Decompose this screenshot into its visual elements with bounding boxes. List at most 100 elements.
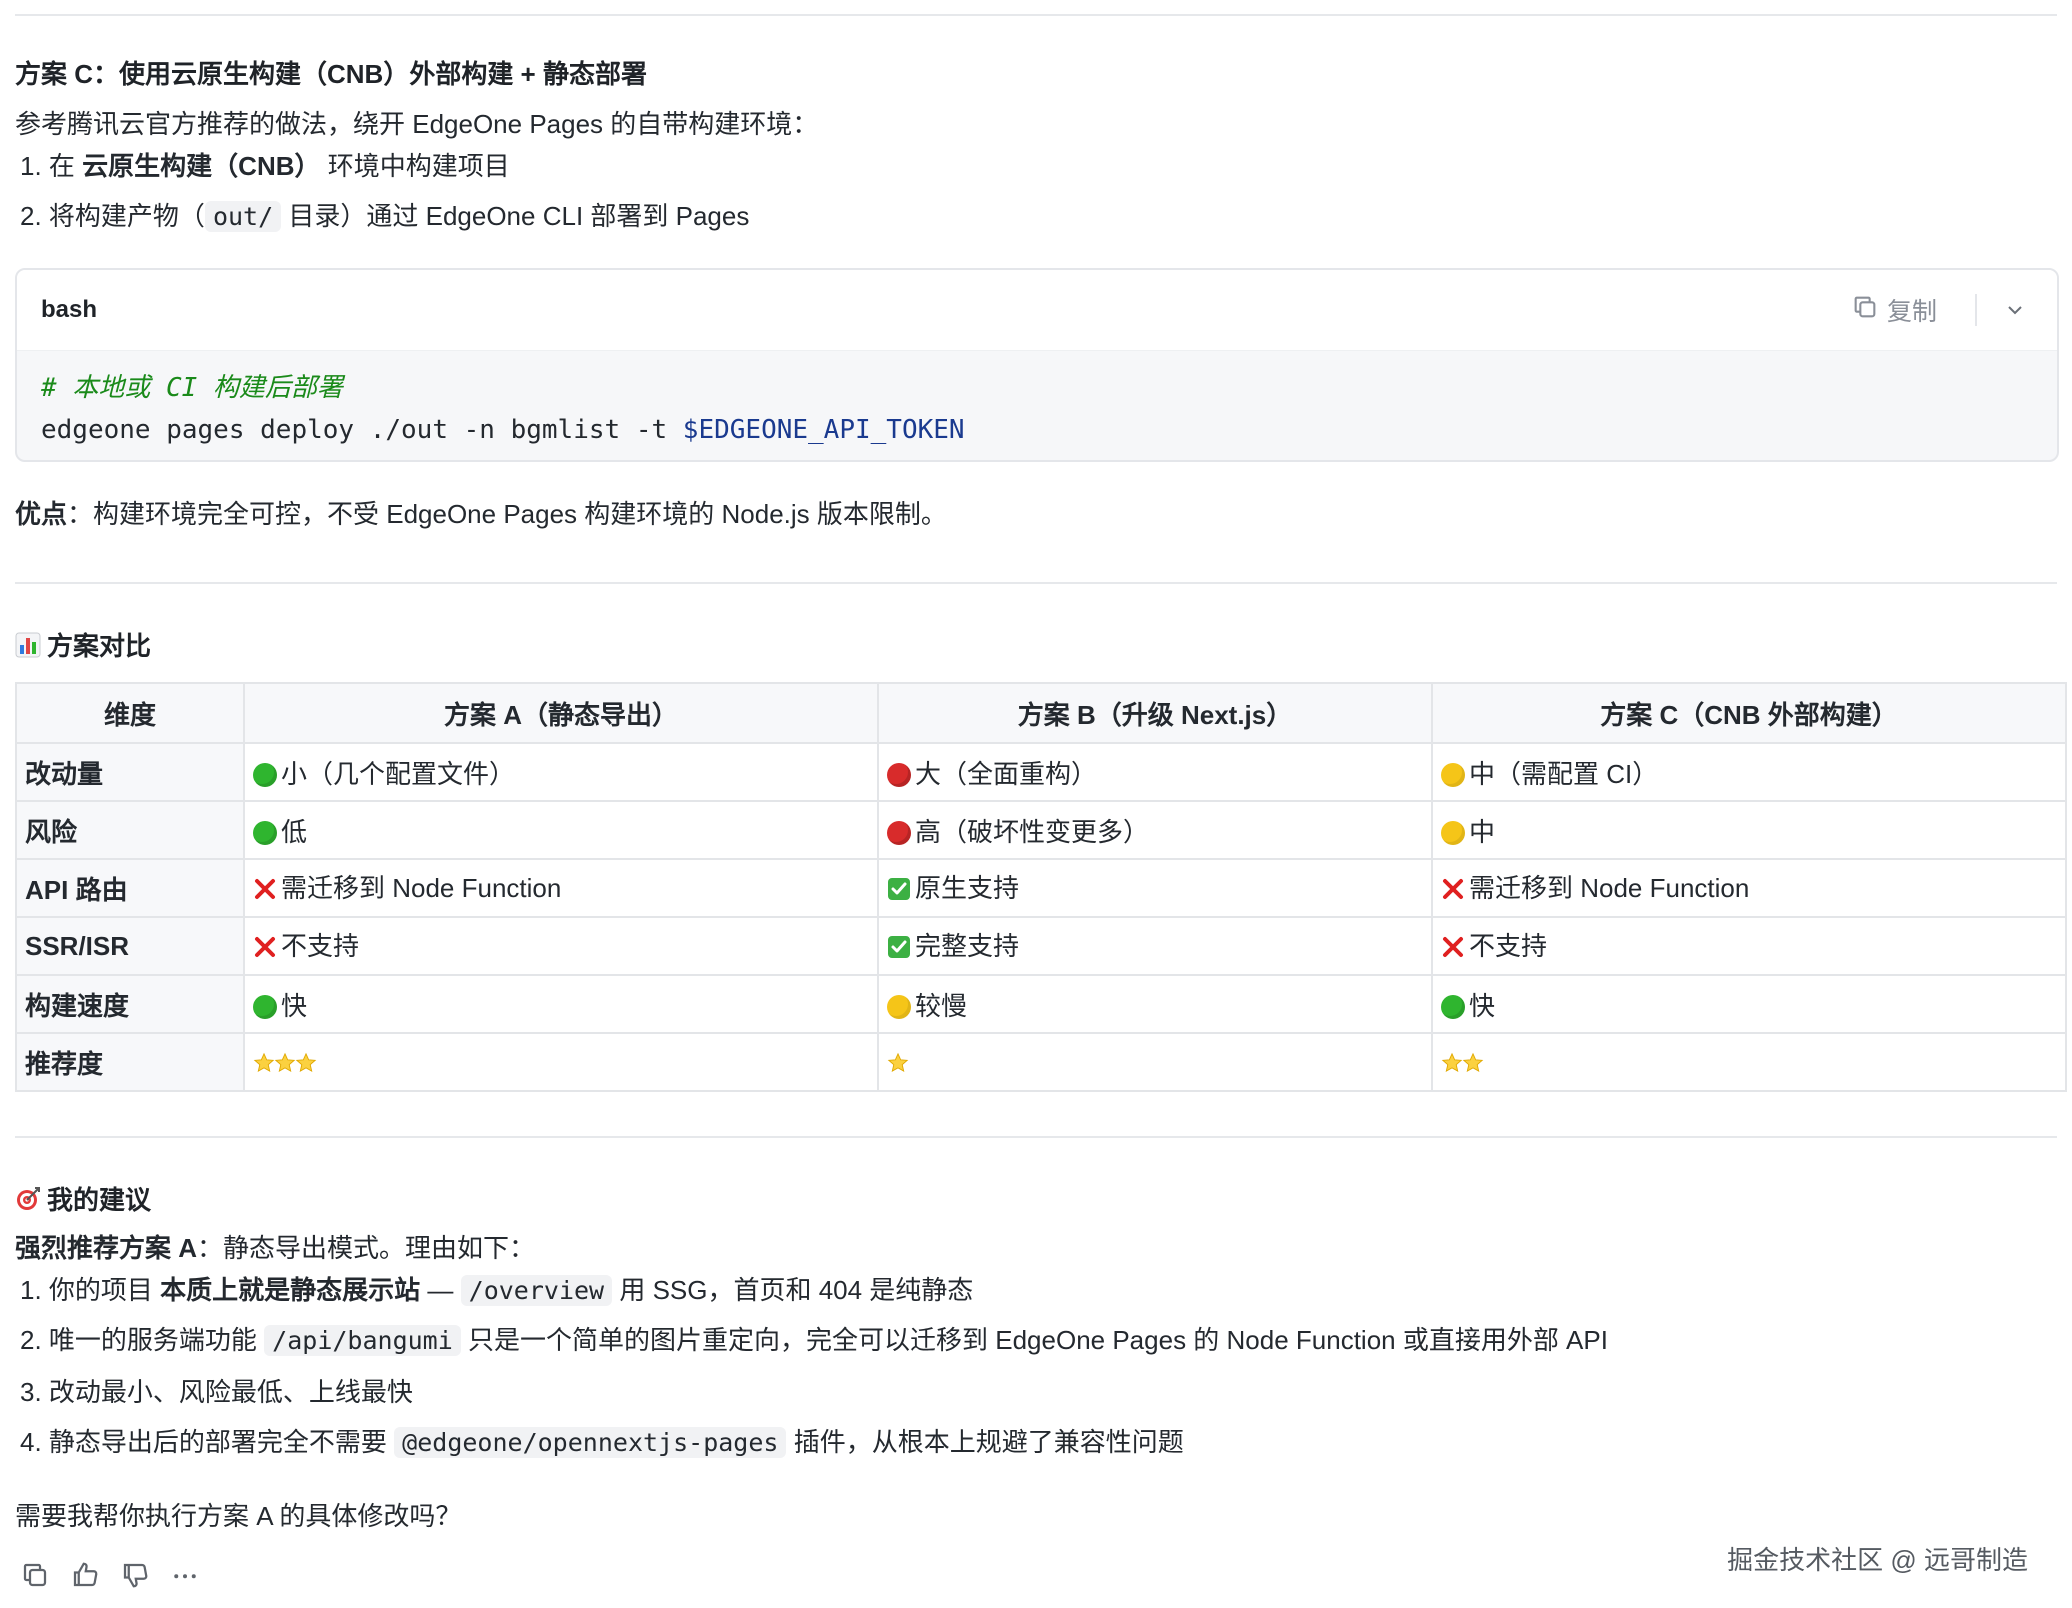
green-circle-icon [253,762,277,787]
table-header: 方案 A（静态导出） [243,682,879,744]
comparison-table: 维度 方案 A（静态导出） 方案 B（升级 Next.js） 方案 C（CNB … [15,682,2067,1092]
section-c-step-1: 1. 在 云原生构建（CNB） 环境中构建项目 [20,151,510,181]
header-separator [1975,294,1977,326]
check-mark-icon [887,877,911,908]
table-row: 改动量 小（几个配置文件） 大（全面重构） 中（需配置 CI） [15,742,2067,802]
table-cell-plan-a: 不支持 [243,916,879,976]
cell-text: 中 [1469,816,1496,847]
table-cell-dimension: 风险 [15,800,245,860]
table-cell-plan-c [1431,1032,2067,1092]
comparison-heading: 方案对比 [15,626,151,665]
cell-text: 不支持 [281,931,360,961]
cell-text: 需迁移到 Node Function [281,873,562,903]
table-cell-plan-b: 大（全面重构） [877,742,1433,802]
yellow-circle-icon [1441,820,1465,845]
cell-text: 较慢 [915,990,968,1021]
table-row: API 路由 需迁移到 Node Function 原生支持 需迁移到 Node Fu… [15,858,2067,918]
cell-text: 低 [281,816,308,847]
advantage-text: 优点：构建环境完全可控，不受 EdgeOne Pages 构建环境的 Node.… [15,499,947,529]
cross-mark-icon [1441,877,1465,908]
cell-text: 原生支持 [915,873,1020,903]
bar-chart-icon [15,632,41,665]
advice-item-2: 2. 唯一的服务端功能 /api/bangumi 只是一个简单的图片重定向，完全… [20,1325,1608,1356]
target-icon [15,1186,41,1219]
copy-label: 复制 [1886,298,1937,326]
table-cell-plan-a: 低 [243,800,879,860]
table-row: 风险 低 高（破坏性变更多） 中 [15,800,2067,860]
cell-text: 高（破坏性变更多） [915,816,1150,847]
cell-text: 中（需配置 CI） [1469,758,1659,789]
cell-text: 大（全面重构） [915,758,1098,789]
copy-code-button[interactable]: 复制 [1851,292,1937,328]
message-actions [20,1560,200,1597]
cell-text: 小（几个配置文件） [281,758,516,789]
cross-mark-icon [253,877,277,908]
green-circle-icon [253,820,277,845]
advice-question: 需要我帮你执行方案 A 的具体修改吗？ [15,1501,462,1531]
cell-text: 快 [281,990,308,1021]
thumbs-up-icon[interactable] [70,1560,100,1597]
table-cell-plan-c: 不支持 [1431,916,2067,976]
copy-icon[interactable] [20,1560,50,1597]
table-cell-plan-c: 中（需配置 CI） [1431,742,2067,802]
watermark: 掘金技术社区 @ 远哥制造 [1727,1545,2028,1575]
section-c-step-2: 2. 将构建产物（ out/ 目录）通过 EdgeOne CLI 部署到 Page… [20,201,750,232]
table-cell-plan-b [877,1032,1433,1092]
star-rating-icon [253,1047,317,1077]
code-comment-line: # 本地或 CI 构建后部署 [41,373,343,403]
inline-code-plugin: @edgeone/opennextjs-pages [394,1427,787,1458]
table-header: 方案 C（CNB 外部构建） [1431,682,2067,744]
cell-text: 不支持 [1469,931,1548,961]
red-circle-icon [887,762,911,787]
code-command-line: edgeone pages deploy ./out -n bgmlist -t… [41,415,965,445]
code-block: bash 复制 # 本地或 CI 构建后部署 edgeone pages dep… [15,268,2059,462]
star-rating-icon [1441,1047,1484,1077]
advice-item-3: 3. 改动最小、风险最低、上线最快 [20,1377,413,1407]
star-rating-icon [887,1047,909,1077]
check-mark-icon [887,935,911,966]
table-cell-plan-b: 完整支持 [877,916,1433,976]
yellow-circle-icon [1441,762,1465,787]
red-circle-icon [887,820,911,845]
inline-code-overview: /overview [460,1275,613,1306]
divider-1 [15,582,2057,584]
yellow-circle-icon [887,994,911,1019]
table-cell-plan-a [243,1032,879,1092]
table-cell-dimension: 改动量 [15,742,245,802]
table-cell-plan-c: 快 [1431,974,2067,1034]
code-language-label: bash [41,296,98,323]
table-row: 构建速度 快 较慢 快 [15,974,2067,1034]
divider-2 [15,1136,2057,1138]
section-c-title: 方案 C：使用云原生构建（CNB）外部构建 + 静态部署 [15,59,647,89]
code-block-header: bash 复制 [17,270,2057,351]
more-options-icon[interactable] [170,1560,200,1597]
table-cell-plan-a: 快 [243,974,879,1034]
table-cell-plan-b: 原生支持 [877,858,1433,918]
cross-mark-icon [1441,935,1465,966]
table-row: SSR/ISR 不支持 完整支持 不支持 [15,916,2067,976]
copy-icon [1851,293,1879,328]
table-cell-dimension: API 路由 [15,858,245,918]
cell-text: 需迁移到 Node Function [1469,873,1750,903]
advice-lead: 强烈推荐方案 A：静态导出模式。理由如下： [15,1233,536,1263]
table-header: 方案 B（升级 Next.js） [877,682,1433,744]
table-cell-plan-a: 小（几个配置文件） [243,742,879,802]
code-block-body: # 本地或 CI 构建后部署 edgeone pages deploy ./ou… [17,351,2057,460]
table-cell-plan-b: 高（破坏性变更多） [877,800,1433,860]
cell-text: 完整支持 [915,931,1020,961]
advice-item-1: 1. 你的项目 本质上就是静态展示站 — /overview 用 SSG，首页和… [20,1275,974,1306]
table-header: 维度 [15,682,245,744]
table-cell-plan-a: 需迁移到 Node Function [243,858,879,918]
green-circle-icon [253,994,277,1019]
top-divider [15,14,2057,16]
table-cell-plan-b: 较慢 [877,974,1433,1034]
thumbs-down-icon[interactable] [120,1560,150,1597]
cell-text: 快 [1469,990,1496,1021]
advice-item-4: 4. 静态导出后的部署完全不需要 @edgeone/opennextjs-pag… [20,1427,1184,1458]
table-cell-dimension: 推荐度 [15,1032,245,1092]
table-cell-dimension: 构建速度 [15,974,245,1034]
green-circle-icon [1441,994,1465,1019]
table-row: 推荐度 [15,1032,2067,1092]
chevron-down-icon[interactable] [2003,298,2027,329]
inline-code-out: out/ [204,201,282,232]
